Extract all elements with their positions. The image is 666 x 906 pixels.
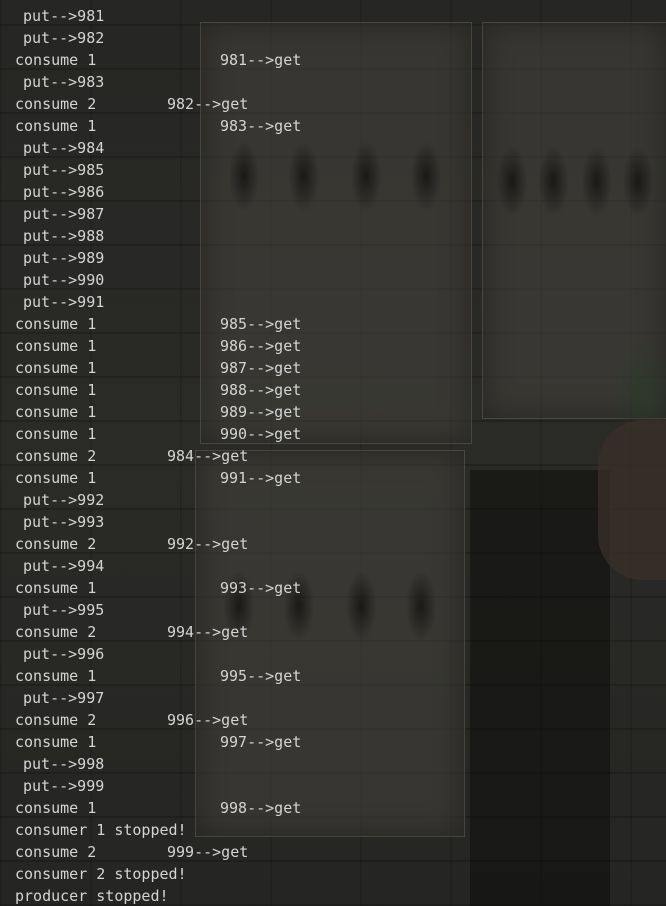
- get-message: 990-->get: [220, 425, 302, 443]
- get-message: 985-->get: [220, 315, 302, 333]
- consumer-label: consume 1: [15, 51, 97, 69]
- poster-figures: [485, 115, 665, 235]
- consumer-label: consume 1: [15, 579, 97, 597]
- get-message: 997-->get: [220, 733, 302, 751]
- consumer-label: consume 1: [15, 469, 97, 487]
- get-message: 999-->get: [167, 843, 249, 861]
- put-message: put-->988: [23, 227, 105, 245]
- consumer-label: consume 1: [15, 667, 97, 685]
- plant-leaves: [612, 340, 666, 430]
- put-message: put-->987: [23, 205, 105, 223]
- consumer-label: consume 2: [15, 711, 97, 729]
- put-message: put-->986: [23, 183, 105, 201]
- get-message: 992-->get: [167, 535, 249, 553]
- put-message: put-->995: [23, 601, 105, 619]
- get-message: 984-->get: [167, 447, 249, 465]
- status-message: consumer 2 stopped!: [15, 865, 187, 883]
- get-message: 982-->get: [167, 95, 249, 113]
- put-message: put-->985: [23, 161, 105, 179]
- wall-poster: [482, 22, 666, 419]
- put-message: put-->982: [23, 29, 105, 47]
- consumer-label: consume 1: [15, 403, 97, 421]
- consumer-label: consume 2: [15, 843, 97, 861]
- get-message: 995-->get: [220, 667, 302, 685]
- consumer-label: consume 2: [15, 535, 97, 553]
- put-message: put-->997: [23, 689, 105, 707]
- get-message: 991-->get: [220, 469, 302, 487]
- consumer-label: consume 1: [15, 381, 97, 399]
- get-message: 988-->get: [220, 381, 302, 399]
- get-message: 998-->get: [220, 799, 302, 817]
- character-hand: [598, 420, 666, 580]
- get-message: 987-->get: [220, 359, 302, 377]
- consumer-label: consume 2: [15, 95, 97, 113]
- status-message: producer stopped!: [15, 887, 169, 905]
- get-message: 993-->get: [220, 579, 302, 597]
- consumer-label: consume 2: [15, 447, 97, 465]
- put-message: put-->994: [23, 557, 105, 575]
- put-message: put-->999: [23, 777, 105, 795]
- get-message: 983-->get: [220, 117, 302, 135]
- put-message: put-->984: [23, 139, 105, 157]
- status-message: consumer 1 stopped!: [15, 821, 187, 839]
- consumer-label: consume 1: [15, 799, 97, 817]
- wall-shadow: [470, 470, 610, 906]
- consumer-label: consume 1: [15, 315, 97, 333]
- consumer-label: consume 2: [15, 623, 97, 641]
- put-message: put-->983: [23, 73, 105, 91]
- put-message: put-->989: [23, 249, 105, 267]
- put-message: put-->992: [23, 491, 105, 509]
- get-message: 994-->get: [167, 623, 249, 641]
- put-message: put-->996: [23, 645, 105, 663]
- consumer-label: consume 1: [15, 425, 97, 443]
- get-message: 986-->get: [220, 337, 302, 355]
- terminal-output-panel[interactable]: put-->981 put-->982 consume 1 981-->get put-…: [0, 0, 666, 906]
- consumer-label: consume 1: [15, 359, 97, 377]
- wall-poster: [195, 450, 465, 837]
- put-message: put-->991: [23, 293, 105, 311]
- consumer-label: consume 1: [15, 337, 97, 355]
- put-message: put-->990: [23, 271, 105, 289]
- put-message: put-->998: [23, 755, 105, 773]
- put-message: put-->981: [23, 7, 105, 25]
- put-message: put-->993: [23, 513, 105, 531]
- get-message: 996-->get: [167, 711, 249, 729]
- consumer-label: consume 1: [15, 733, 97, 751]
- consumer-label: consume 1: [15, 117, 97, 135]
- get-message: 981-->get: [220, 51, 302, 69]
- get-message: 989-->get: [220, 403, 302, 421]
